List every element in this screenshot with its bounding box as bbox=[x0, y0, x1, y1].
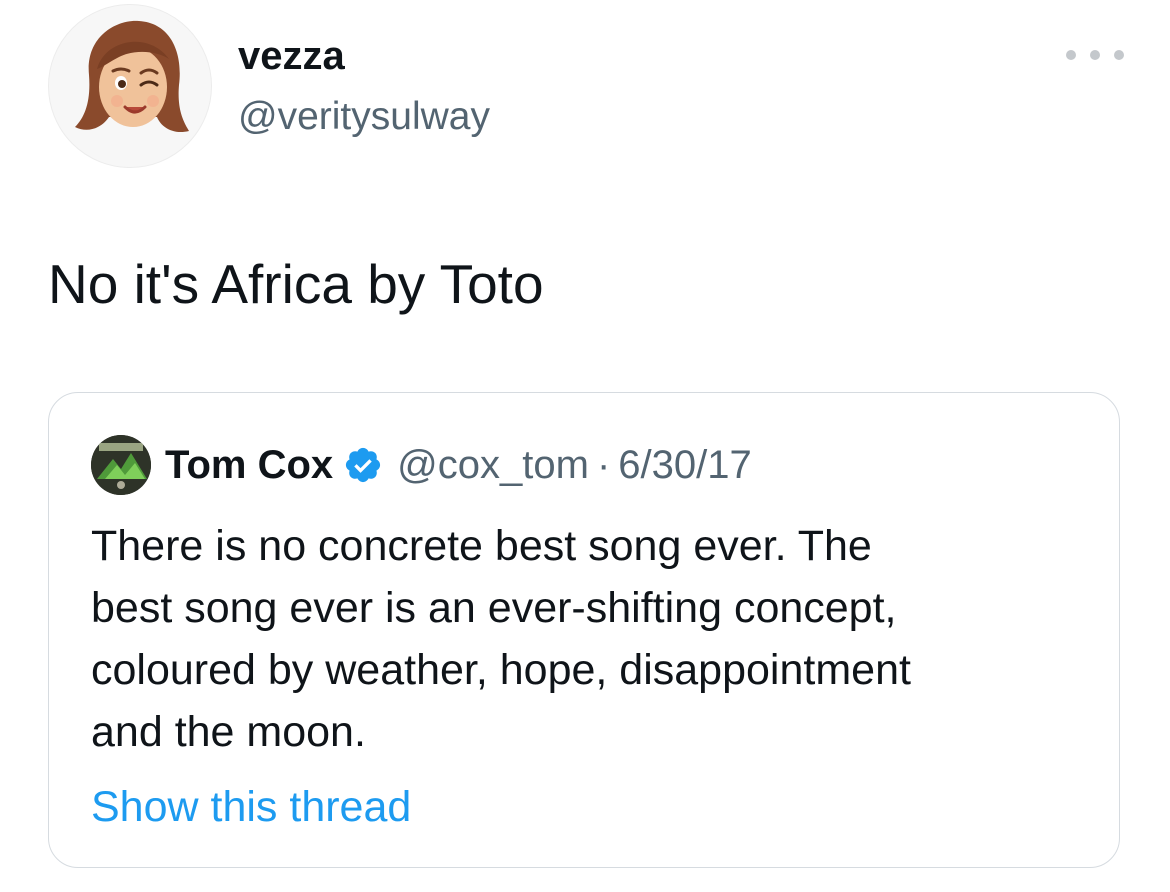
quoted-tweet-date[interactable]: 6/30/17 bbox=[618, 437, 751, 493]
more-horizontal-icon-dot bbox=[1114, 50, 1124, 60]
author-display-name[interactable]: vezza bbox=[238, 30, 345, 82]
more-horizontal-icon-dot bbox=[1090, 50, 1100, 60]
tweet-text: No it's Africa by Toto bbox=[48, 253, 544, 315]
author-handle[interactable]: @veritysulway bbox=[238, 92, 490, 142]
album-cover-avatar-icon bbox=[91, 435, 151, 495]
memoji-avatar-icon bbox=[75, 20, 189, 133]
quoted-text-line: best song ever is an ever-shifting conce… bbox=[91, 584, 897, 632]
more-options-button[interactable] bbox=[1066, 44, 1124, 66]
author-avatar[interactable] bbox=[48, 4, 212, 168]
more-horizontal-icon bbox=[1066, 50, 1076, 60]
quoted-tweet-header: Tom Cox @cox_tom · 6/30/17 bbox=[165, 437, 752, 493]
quoted-text-line: There is no concrete best song ever. The bbox=[91, 522, 872, 570]
quoted-author-avatar[interactable] bbox=[91, 435, 151, 495]
show-thread-link[interactable]: Show this thread bbox=[91, 779, 411, 835]
header-separator: · bbox=[596, 443, 611, 487]
quoted-text-line: and the moon. bbox=[91, 708, 366, 756]
quoted-author-name[interactable]: Tom Cox bbox=[165, 437, 333, 493]
verified-badge-icon bbox=[343, 445, 383, 485]
quoted-author-handle[interactable]: @cox_tom bbox=[397, 437, 589, 493]
quoted-tweet-text: There is no concrete best song ever. The… bbox=[91, 515, 1091, 763]
quoted-tweet-card[interactable]: Tom Cox @cox_tom · 6/30/17 There is no c… bbox=[48, 392, 1120, 868]
quoted-text-line: coloured by weather, hope, disappointmen… bbox=[91, 646, 911, 694]
